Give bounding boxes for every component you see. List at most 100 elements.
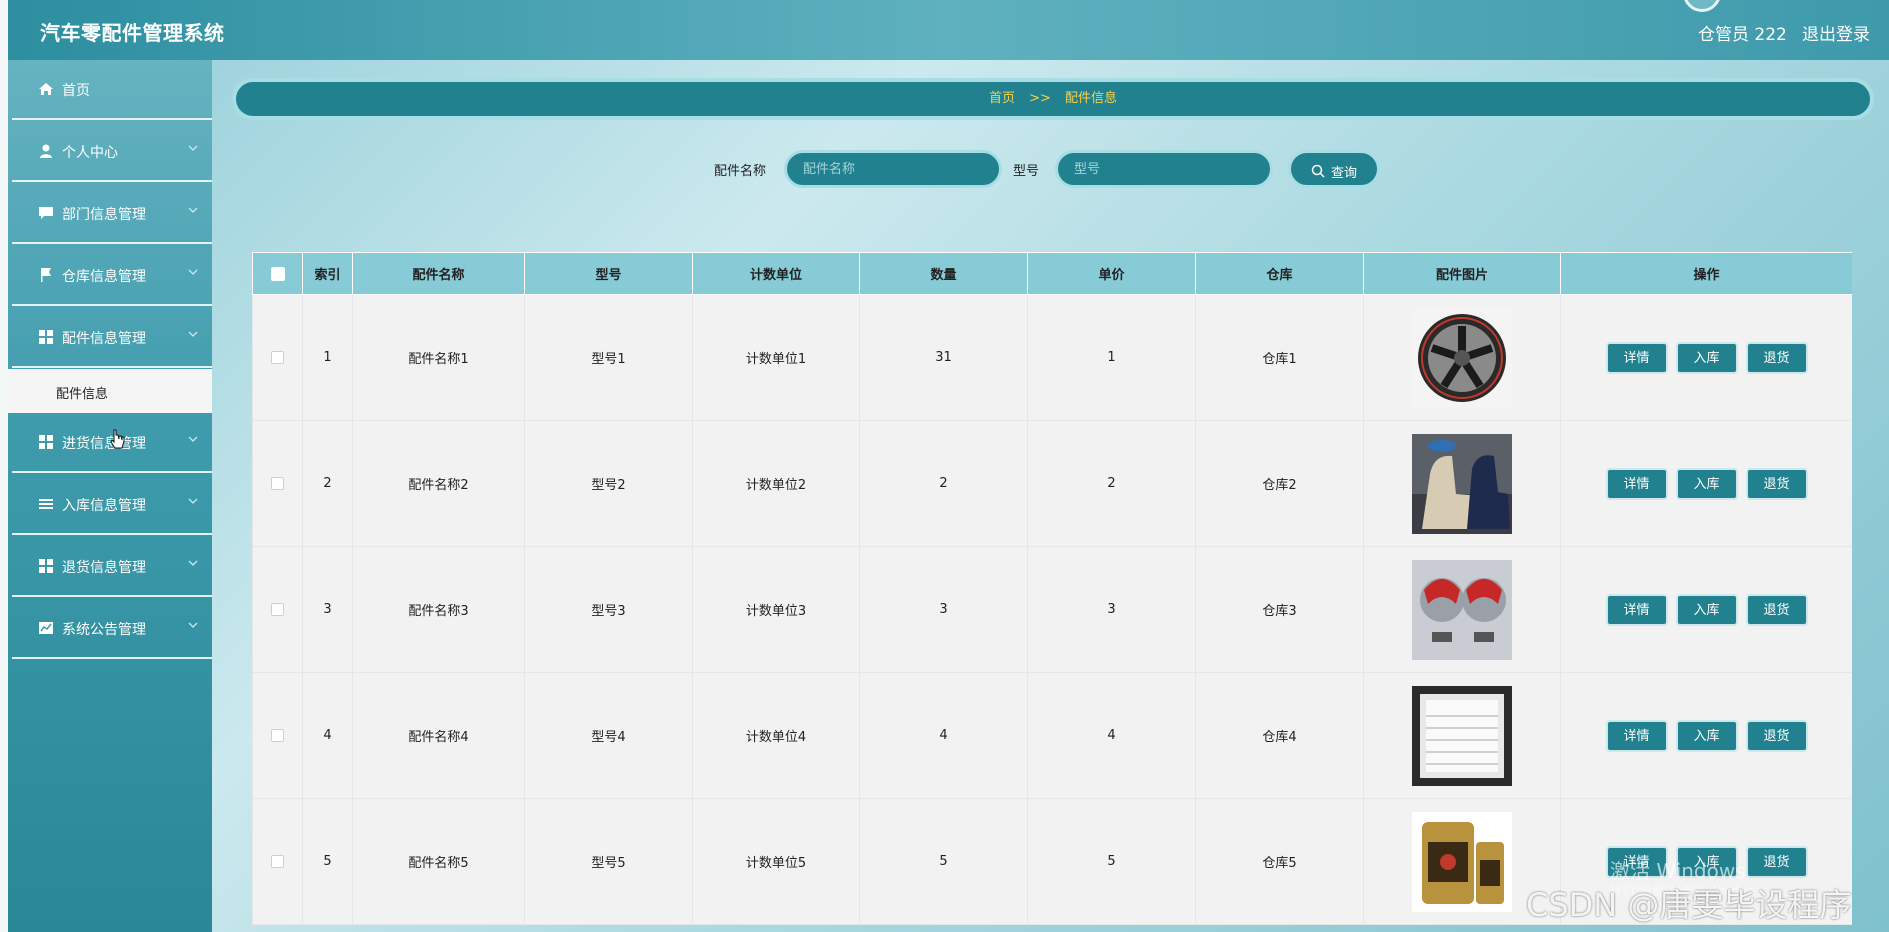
- sidebar-item-returns[interactable]: 退货信息管理: [12, 537, 212, 597]
- logout-link[interactable]: 退出登录: [1802, 20, 1870, 45]
- row-checkbox[interactable]: [271, 351, 284, 364]
- detail-button[interactable]: 详情: [1605, 719, 1668, 752]
- cell-actions: 详情 入库 退货: [1560, 546, 1852, 673]
- cell-name: 配件名称5: [352, 798, 525, 925]
- sidebar-item-warehouse[interactable]: 仓库信息管理: [12, 246, 212, 306]
- cell-quantity: 5: [859, 798, 1028, 925]
- cell-model: 型号3: [524, 546, 693, 673]
- return-button[interactable]: 退货: [1745, 719, 1808, 752]
- air-filter-photo[interactable]: [1412, 685, 1512, 786]
- search-icon: [1311, 164, 1325, 178]
- left-edge-strip: [0, 0, 8, 932]
- breadcrumb: 首页 >> 配件信息: [232, 78, 1874, 120]
- chart-icon: [39, 622, 53, 634]
- return-button[interactable]: 退货: [1745, 845, 1808, 878]
- cell-name: 配件名称4: [352, 672, 525, 799]
- sidebar-item-label: 进货信息管理: [62, 436, 146, 452]
- column-header-price: 单价: [1027, 252, 1196, 295]
- table-row: 3 配件名称3 型号3 计数单位3 3 3 仓库3 详情 入库 退货: [252, 546, 1852, 673]
- row-select-cell[interactable]: [252, 546, 303, 673]
- breadcrumb-home[interactable]: 首页: [989, 91, 1015, 106]
- chat-icon: [39, 207, 53, 219]
- row-checkbox[interactable]: [271, 855, 284, 868]
- cell-warehouse: 仓库3: [1195, 546, 1364, 673]
- return-button[interactable]: 退货: [1745, 341, 1808, 374]
- cell-quantity: 2: [859, 420, 1028, 547]
- list-icon: [39, 499, 53, 509]
- sidebar-item-label: 配件信息管理: [62, 331, 146, 347]
- column-header-warehouse: 仓库: [1195, 252, 1364, 295]
- stock-in-button[interactable]: 入库: [1675, 593, 1738, 626]
- cell-quantity: 31: [859, 294, 1028, 421]
- model-input[interactable]: [1055, 150, 1273, 188]
- detail-button[interactable]: 详情: [1605, 593, 1668, 626]
- row-select-cell[interactable]: [252, 420, 303, 547]
- cell-quantity: 4: [859, 672, 1028, 799]
- search-button[interactable]: 查询: [1288, 150, 1380, 188]
- search-button-label: 查询: [1331, 166, 1358, 181]
- sidebar-item-announcements[interactable]: 系统公告管理: [12, 599, 212, 659]
- cell-unit: 计数单位3: [692, 546, 860, 673]
- select-all-checkbox[interactable]: [270, 266, 285, 281]
- app-title: 汽车零配件管理系统: [40, 21, 225, 45]
- sidebar-item-parts[interactable]: 配件信息管理: [12, 308, 212, 368]
- cell-image: [1363, 294, 1561, 421]
- cell-actions: 详情 入库 退货: [1560, 420, 1852, 547]
- detail-button[interactable]: 详情: [1605, 341, 1668, 374]
- cell-index: 3: [302, 546, 353, 673]
- sidebar-item-personal-center[interactable]: 个人中心: [12, 122, 212, 182]
- stock-in-button[interactable]: 入库: [1675, 467, 1738, 500]
- mouse-cursor-icon: [110, 429, 125, 449]
- cell-unit: 计数单位5: [692, 798, 860, 925]
- sidebar-item-label: 退货信息管理: [62, 560, 146, 576]
- detail-button[interactable]: 详情: [1605, 467, 1668, 500]
- cell-price: 5: [1027, 798, 1196, 925]
- return-button[interactable]: 退货: [1745, 593, 1808, 626]
- chevron-down-icon: [188, 436, 198, 442]
- avatar[interactable]: [1683, 0, 1721, 12]
- sidebar-item-label: 入库信息管理: [62, 498, 146, 514]
- cell-quantity: 3: [859, 546, 1028, 673]
- table-row: 1 配件名称1 型号1 计数单位1 31 1 仓库1 详情 入库 退货: [252, 294, 1852, 421]
- row-select-cell[interactable]: [252, 294, 303, 421]
- submenu-item-parts-info[interactable]: 配件信息: [8, 369, 212, 413]
- chevron-down-icon: [188, 498, 198, 504]
- column-header-image: 配件图片: [1363, 252, 1561, 295]
- row-checkbox[interactable]: [271, 477, 284, 490]
- sidebar-item-department[interactable]: 部门信息管理: [12, 184, 212, 244]
- row-select-cell[interactable]: [252, 798, 303, 925]
- row-checkbox[interactable]: [271, 603, 284, 616]
- top-header: 汽车零配件管理系统 仓管员 222 退出登录: [0, 0, 1889, 932]
- select-all-cell[interactable]: [252, 252, 303, 295]
- sidebar-item-label: 系统公告管理: [62, 622, 146, 638]
- sidebar-item-home[interactable]: 首页: [12, 60, 212, 120]
- column-header-quantity: 数量: [859, 252, 1028, 295]
- cell-actions: 详情 入库 退货: [1560, 672, 1852, 799]
- home-icon: [39, 83, 53, 95]
- stock-in-button[interactable]: 入库: [1675, 341, 1738, 374]
- cell-image: [1363, 420, 1561, 547]
- cell-model: 型号4: [524, 672, 693, 799]
- cell-model: 型号1: [524, 294, 693, 421]
- model-label: 型号: [1013, 164, 1040, 179]
- cell-unit: 计数单位4: [692, 672, 860, 799]
- row-checkbox[interactable]: [271, 729, 284, 742]
- row-select-cell[interactable]: [252, 672, 303, 799]
- table-header-row: 索引 配件名称 型号 计数单位 数量 单价 仓库 配件图片 操作: [252, 252, 1852, 295]
- engine-oil-photo[interactable]: [1412, 811, 1512, 912]
- cell-price: 3: [1027, 546, 1196, 673]
- current-user-label: 仓管员 222: [1698, 25, 1787, 45]
- stock-in-button[interactable]: 入库: [1675, 719, 1738, 752]
- cell-warehouse: 仓库1: [1195, 294, 1364, 421]
- wheel-rim-photo[interactable]: [1412, 307, 1512, 408]
- sidebar-item-stock-in[interactable]: 入库信息管理: [12, 475, 212, 535]
- brake-caliper-photo[interactable]: [1412, 559, 1512, 660]
- car-seat-photo[interactable]: [1412, 433, 1512, 534]
- cell-image: [1363, 672, 1561, 799]
- return-button[interactable]: 退货: [1745, 467, 1808, 500]
- part-name-input[interactable]: [784, 150, 1002, 188]
- grid-icon: [39, 559, 53, 573]
- cell-name: 配件名称3: [352, 546, 525, 673]
- grid-icon: [39, 330, 53, 344]
- cell-warehouse: 仓库2: [1195, 420, 1364, 547]
